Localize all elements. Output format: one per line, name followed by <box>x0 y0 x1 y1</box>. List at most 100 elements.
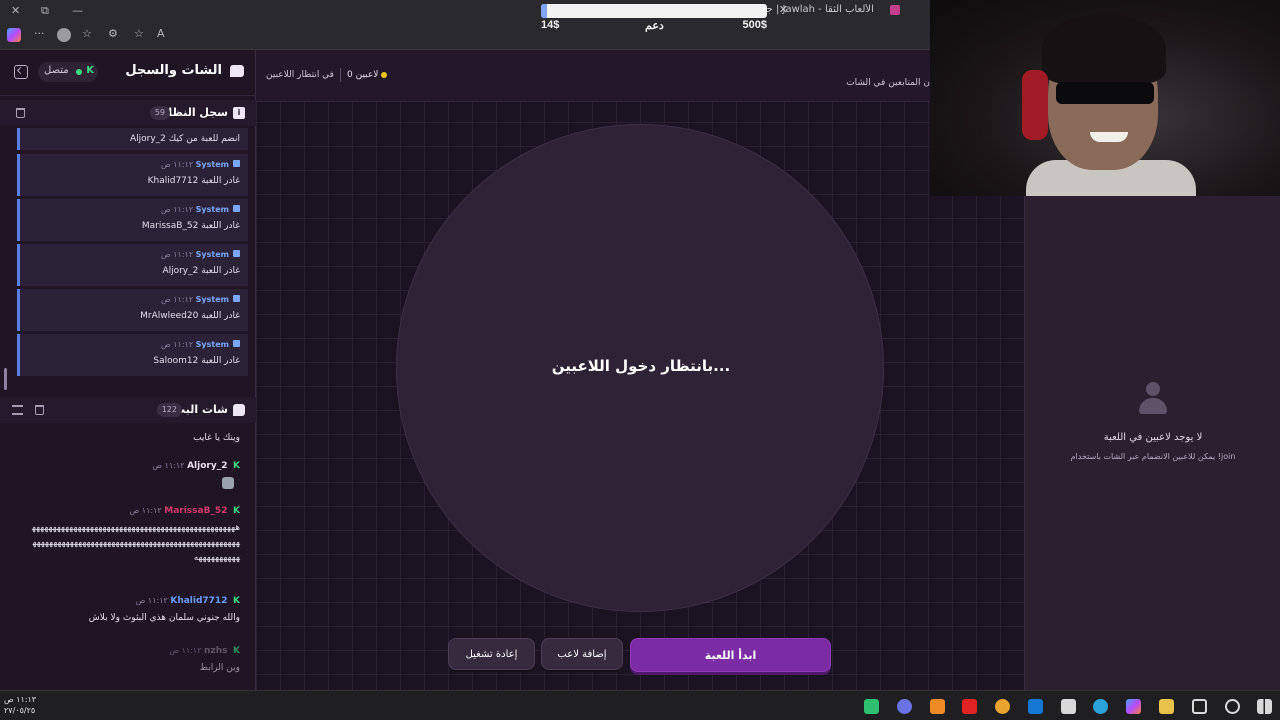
log-scrollbar[interactable] <box>4 368 7 390</box>
system-log-count: 59 <box>149 106 170 120</box>
add-player-button[interactable]: إضافة لاعب <box>541 638 623 670</box>
user-icon-head <box>1146 382 1160 396</box>
divider <box>340 68 341 82</box>
chat-bubble-icon <box>230 65 244 77</box>
game-wheel: بانتظار دخول اللاعبين... <box>396 124 884 612</box>
log-item-sender: System <box>195 250 229 259</box>
add-favorite-icon[interactable]: ☆ <box>134 25 144 43</box>
connection-status-text: متصل <box>44 65 69 76</box>
donation-goal: 500$ <box>742 19 767 31</box>
extensions-icon[interactable]: ⚙ <box>108 25 118 43</box>
chat-username: Khalid7712 <box>170 596 228 606</box>
edge-icon[interactable] <box>1093 699 1108 714</box>
sidebar-title: الشات والسجل <box>125 63 222 78</box>
log-item-time: ١١:١٢ ص <box>161 340 194 349</box>
log-item: ١١:١٢ ص System Khalid7712 غادر اللعبة <box>17 154 248 196</box>
log-item: ١١:١٢ ص System MrAlwleed20 غادر اللعبة <box>17 289 248 331</box>
stream-chat-title: شات البث <box>174 403 228 416</box>
webcam-glasses <box>1056 82 1154 104</box>
system-icon <box>233 340 240 347</box>
log-item-text: MarissaB_52 غادر اللعبة <box>141 221 240 231</box>
start-game-button[interactable]: ابدأ اللعبة <box>630 638 831 672</box>
emote-icon <box>222 477 234 489</box>
players-count: 0 لاعبين <box>347 70 388 80</box>
discord-icon[interactable] <box>897 699 912 714</box>
log-item-text: Aljory_2 انضم للعبة من كيك <box>129 134 240 144</box>
chat-message-meta: ١١:١٢ ص Khalid7712 K <box>136 596 240 606</box>
search-icon[interactable] <box>1225 699 1240 714</box>
stream-chat-count: 122 <box>156 403 182 417</box>
youtube-icon[interactable] <box>962 699 977 714</box>
profile-avatar-icon[interactable] <box>57 28 71 42</box>
user-icon <box>1139 382 1167 416</box>
chat-message-text: وينك يا غايب <box>193 433 240 443</box>
chat-username: MarissaB_52 <box>164 506 228 516</box>
chat-message-meta: ١١:١٢ ص nzhs K <box>169 646 240 656</box>
start-icon[interactable] <box>1257 699 1272 714</box>
chat-message-time: ١١:١٢ ص <box>169 646 202 655</box>
log-item-text: Aljory_2 غادر اللعبة <box>162 266 240 276</box>
user-icon-body <box>1139 398 1167 414</box>
chat-username: nzhs <box>204 646 228 656</box>
chat-message-time: ١١:١٢ ص <box>135 596 168 605</box>
window-close-button[interactable]: ✕ <box>11 2 20 20</box>
favorites-icon[interactable]: ☆ <box>82 25 92 43</box>
webcam-overlay <box>930 0 1280 196</box>
clear-log-trash-icon[interactable] <box>16 108 25 118</box>
log-item: ١١:١٢ ص System Aljory_2 غادر اللعبة <box>17 244 248 286</box>
players-count-text: 0 لاعبين <box>347 70 379 80</box>
donation-current: 14$ <box>541 19 560 31</box>
system-icon <box>233 295 240 302</box>
online-dot-icon <box>76 69 82 75</box>
window-restore-button[interactable]: ⧉ <box>41 2 49 20</box>
webcam-headset <box>1022 70 1048 140</box>
copilot-icon[interactable] <box>1126 699 1141 714</box>
empty-players-subtitle: يمكن للاعبين الانضمام عبر الشات باستخدام… <box>1070 452 1236 461</box>
tab-title[interactable]: جولة | Jawlah - منصة الألعاب الثقا <box>753 4 878 15</box>
log-item-text: MrAlwleed20 غادر اللعبة <box>140 311 240 321</box>
donation-progress: 14$ دعم 500$ <box>541 4 767 34</box>
chat-message-meta: ١١:١٢ ص Aljory_2 K <box>152 461 240 471</box>
log-item-meta: ١١:١٢ ص System <box>161 205 240 214</box>
chrome-icon[interactable] <box>995 699 1010 714</box>
more-icon[interactable]: ··· <box>34 25 45 43</box>
stream-chat-header: شات البث 122 <box>0 397 256 423</box>
outlook-icon[interactable] <box>1028 699 1043 714</box>
task-view-icon[interactable] <box>1192 699 1207 714</box>
taskbar-time: ١١:١٣ ص <box>4 695 37 704</box>
connection-status-badge: K متصل <box>38 62 98 82</box>
log-item: Aljory_2 انضم للعبة من كيك <box>17 128 248 150</box>
log-item-text: Saloom12 غادر اللعبة <box>153 356 240 366</box>
vlc-icon[interactable] <box>930 699 945 714</box>
log-item: ١١:١٢ ص System MarissaB_52 غادر اللعبة <box>17 199 248 241</box>
collapse-sidebar-icon[interactable] <box>14 65 28 79</box>
log-item-sender: System <box>195 160 229 169</box>
clear-chat-trash-icon[interactable] <box>35 405 44 415</box>
log-item: ١١:١٢ ص System Saloom12 غادر اللعبة <box>17 334 248 376</box>
restart-button[interactable]: إعادة تشغيل <box>448 638 535 670</box>
file-explorer-icon[interactable] <box>1159 699 1174 714</box>
window-minimize-button[interactable]: — <box>72 2 83 20</box>
info-icon: i <box>233 107 245 119</box>
taskbar: ١١:١٣ ص ٢٧/٠٥/٢٥ <box>0 690 1280 720</box>
log-item-time: ١١:١٢ ص <box>161 295 194 304</box>
system-log-header: i سجل النظام 59 <box>0 100 256 126</box>
copilot-icon[interactable] <box>7 28 21 42</box>
log-item-text: Khalid7712 غادر اللعبة <box>147 176 240 186</box>
players-panel: لا يوجد لاعبين في اللعبة يمكن للاعبين ال… <box>1024 196 1280 690</box>
store-icon[interactable] <box>1061 699 1076 714</box>
waiting-message: بانتظار دخول اللاعبين... <box>551 357 731 375</box>
screen-recorder-icon[interactable] <box>864 699 879 714</box>
kick-icon: K <box>86 65 94 76</box>
waiting-status: في انتظار اللاعبين <box>266 70 334 80</box>
game-area: 0 لاعبين في انتظار اللاعبين ن المتابعين … <box>256 50 1024 690</box>
donation-label: دعم <box>645 20 664 32</box>
kick-icon: K <box>233 596 240 606</box>
read-aloud-icon[interactable]: A <box>157 25 165 43</box>
webcam-hair <box>1042 14 1166 84</box>
system-icon <box>233 205 240 212</box>
kick-icon: K <box>233 646 240 656</box>
filter-icon[interactable] <box>12 405 23 415</box>
taskbar-clock[interactable]: ١١:١٣ ص ٢٧/٠٥/٢٥ <box>4 694 36 716</box>
donation-bar <box>541 4 767 18</box>
